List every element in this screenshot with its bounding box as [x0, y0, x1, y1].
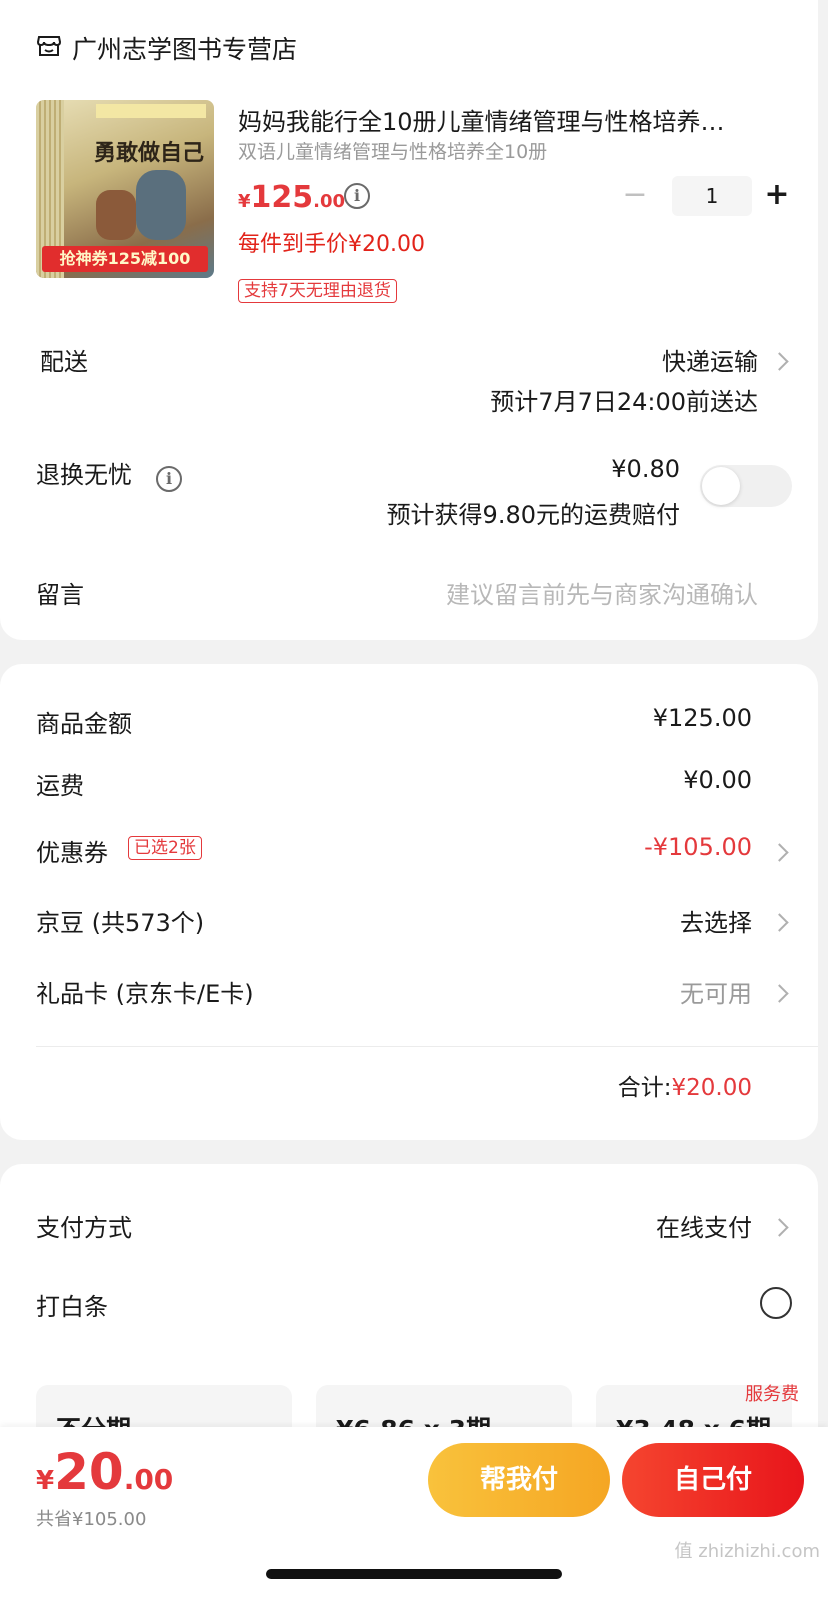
cover-title: 勇敢做自己	[94, 140, 205, 166]
summary-divider	[36, 1046, 818, 1047]
shipping-value: ¥0.00	[683, 766, 752, 794]
gift-card-label: 礼品卡 (京东卡/E卡)	[36, 980, 254, 1008]
total-label: 合计:	[617, 1075, 672, 1101]
return-insurance-desc: 预计获得9.80元的运费赔付	[386, 501, 680, 529]
jd-beans-value[interactable]: 去选择	[560, 903, 752, 938]
shipping-label: 运费	[36, 772, 84, 800]
delivery-eta: 预计7月7日24:00前送达	[490, 388, 758, 416]
bottom-price-symbol: ¥	[36, 1466, 55, 1496]
product-price: ¥125.00	[238, 180, 345, 215]
home-indicator	[266, 1569, 562, 1579]
saved-amount: 共省¥105.00	[36, 1509, 147, 1530]
goods-amount-value: ¥125.00	[652, 704, 752, 732]
product-title[interactable]: 妈妈我能行全10册儿童情绪管理与性格培养…	[238, 102, 778, 137]
return-insurance-price: ¥0.80	[611, 455, 680, 483]
help-pay-button[interactable]: 帮我付	[428, 1443, 610, 1517]
goods-amount-label: 商品金额	[36, 710, 132, 738]
delivery-label: 配送	[40, 348, 88, 376]
product-subtitle: 双语儿童情绪管理与性格培养全10册	[238, 141, 548, 163]
product-cover-image[interactable]: 勇敢做自己 抢神券125减100	[36, 100, 214, 278]
price-int: 125	[250, 180, 314, 215]
store-name[interactable]: 广州志学图书专营店	[72, 30, 297, 66]
return-insurance-label: 退换无忧	[36, 461, 132, 489]
self-pay-button[interactable]: 自己付	[622, 1443, 804, 1517]
jd-beans-label: 京豆 (共573个)	[36, 909, 205, 937]
delivery-chevron-icon[interactable]	[773, 352, 785, 372]
jd-beans-chevron-icon[interactable]	[773, 913, 785, 933]
total-row: 合计:¥20.00	[500, 1068, 752, 1102]
price-symbol: ¥	[238, 191, 251, 212]
gift-card-value[interactable]: 无可用	[560, 974, 752, 1009]
order-card: 广州志学图书专营店 勇敢做自己 抢神券125减100 妈妈我能行全10册儿童情绪…	[0, 0, 818, 640]
coupon-chevron-icon[interactable]	[773, 843, 785, 863]
payment-method-label: 支付方式	[36, 1214, 132, 1242]
price-info-icon[interactable]: i	[344, 183, 370, 209]
quantity-input[interactable]: 1	[672, 176, 752, 216]
toggle-knob	[702, 467, 740, 505]
per-item-price: 每件到手价¥20.00	[238, 232, 425, 257]
coupon-label: 优惠券	[36, 839, 108, 867]
price-summary-card: 商品金额 ¥125.00 运费 ¥0.00 优惠券 已选2张 -¥105.00 …	[0, 664, 818, 1140]
return-policy-tag: 支持7天无理由退货	[238, 279, 397, 303]
baitiao-radio[interactable]	[760, 1287, 792, 1319]
quantity-plus-button[interactable]: +	[762, 180, 792, 210]
gift-card-chevron-icon[interactable]	[773, 984, 785, 1004]
cover-coupon-banner: 抢神券125减100	[42, 246, 208, 272]
bottom-price: ¥20.00	[36, 1443, 173, 1501]
checkout-bar: ¥20.00 共省¥105.00 帮我付 自己付 值 zhizhizhi.com	[0, 1427, 828, 1598]
quantity-minus-button[interactable]: −	[620, 180, 650, 210]
return-insurance-info-icon[interactable]: i	[156, 466, 182, 492]
price-dec: .00	[313, 191, 346, 212]
payment-method-chevron-icon[interactable]	[773, 1218, 785, 1238]
coupon-value[interactable]: -¥105.00	[560, 833, 752, 861]
total-value: ¥20.00	[671, 1075, 752, 1101]
message-input[interactable]: 建议留言前先与商家沟通确认	[360, 575, 758, 610]
delivery-method[interactable]: 快递运输	[560, 342, 758, 377]
return-insurance-toggle[interactable]	[700, 465, 792, 507]
watermark: 值 zhizhizhi.com	[674, 1541, 820, 1562]
bottom-price-dec: .00	[123, 1463, 174, 1496]
message-label: 留言	[36, 581, 84, 609]
service-fee-tag: 服务费	[745, 1384, 799, 1404]
bottom-price-int: 20	[54, 1443, 124, 1501]
baitiao-label: 打白条	[36, 1293, 108, 1321]
store-icon	[36, 32, 62, 58]
coupon-selected-tag: 已选2张	[128, 836, 202, 860]
payment-method-value[interactable]: 在线支付	[560, 1208, 752, 1243]
